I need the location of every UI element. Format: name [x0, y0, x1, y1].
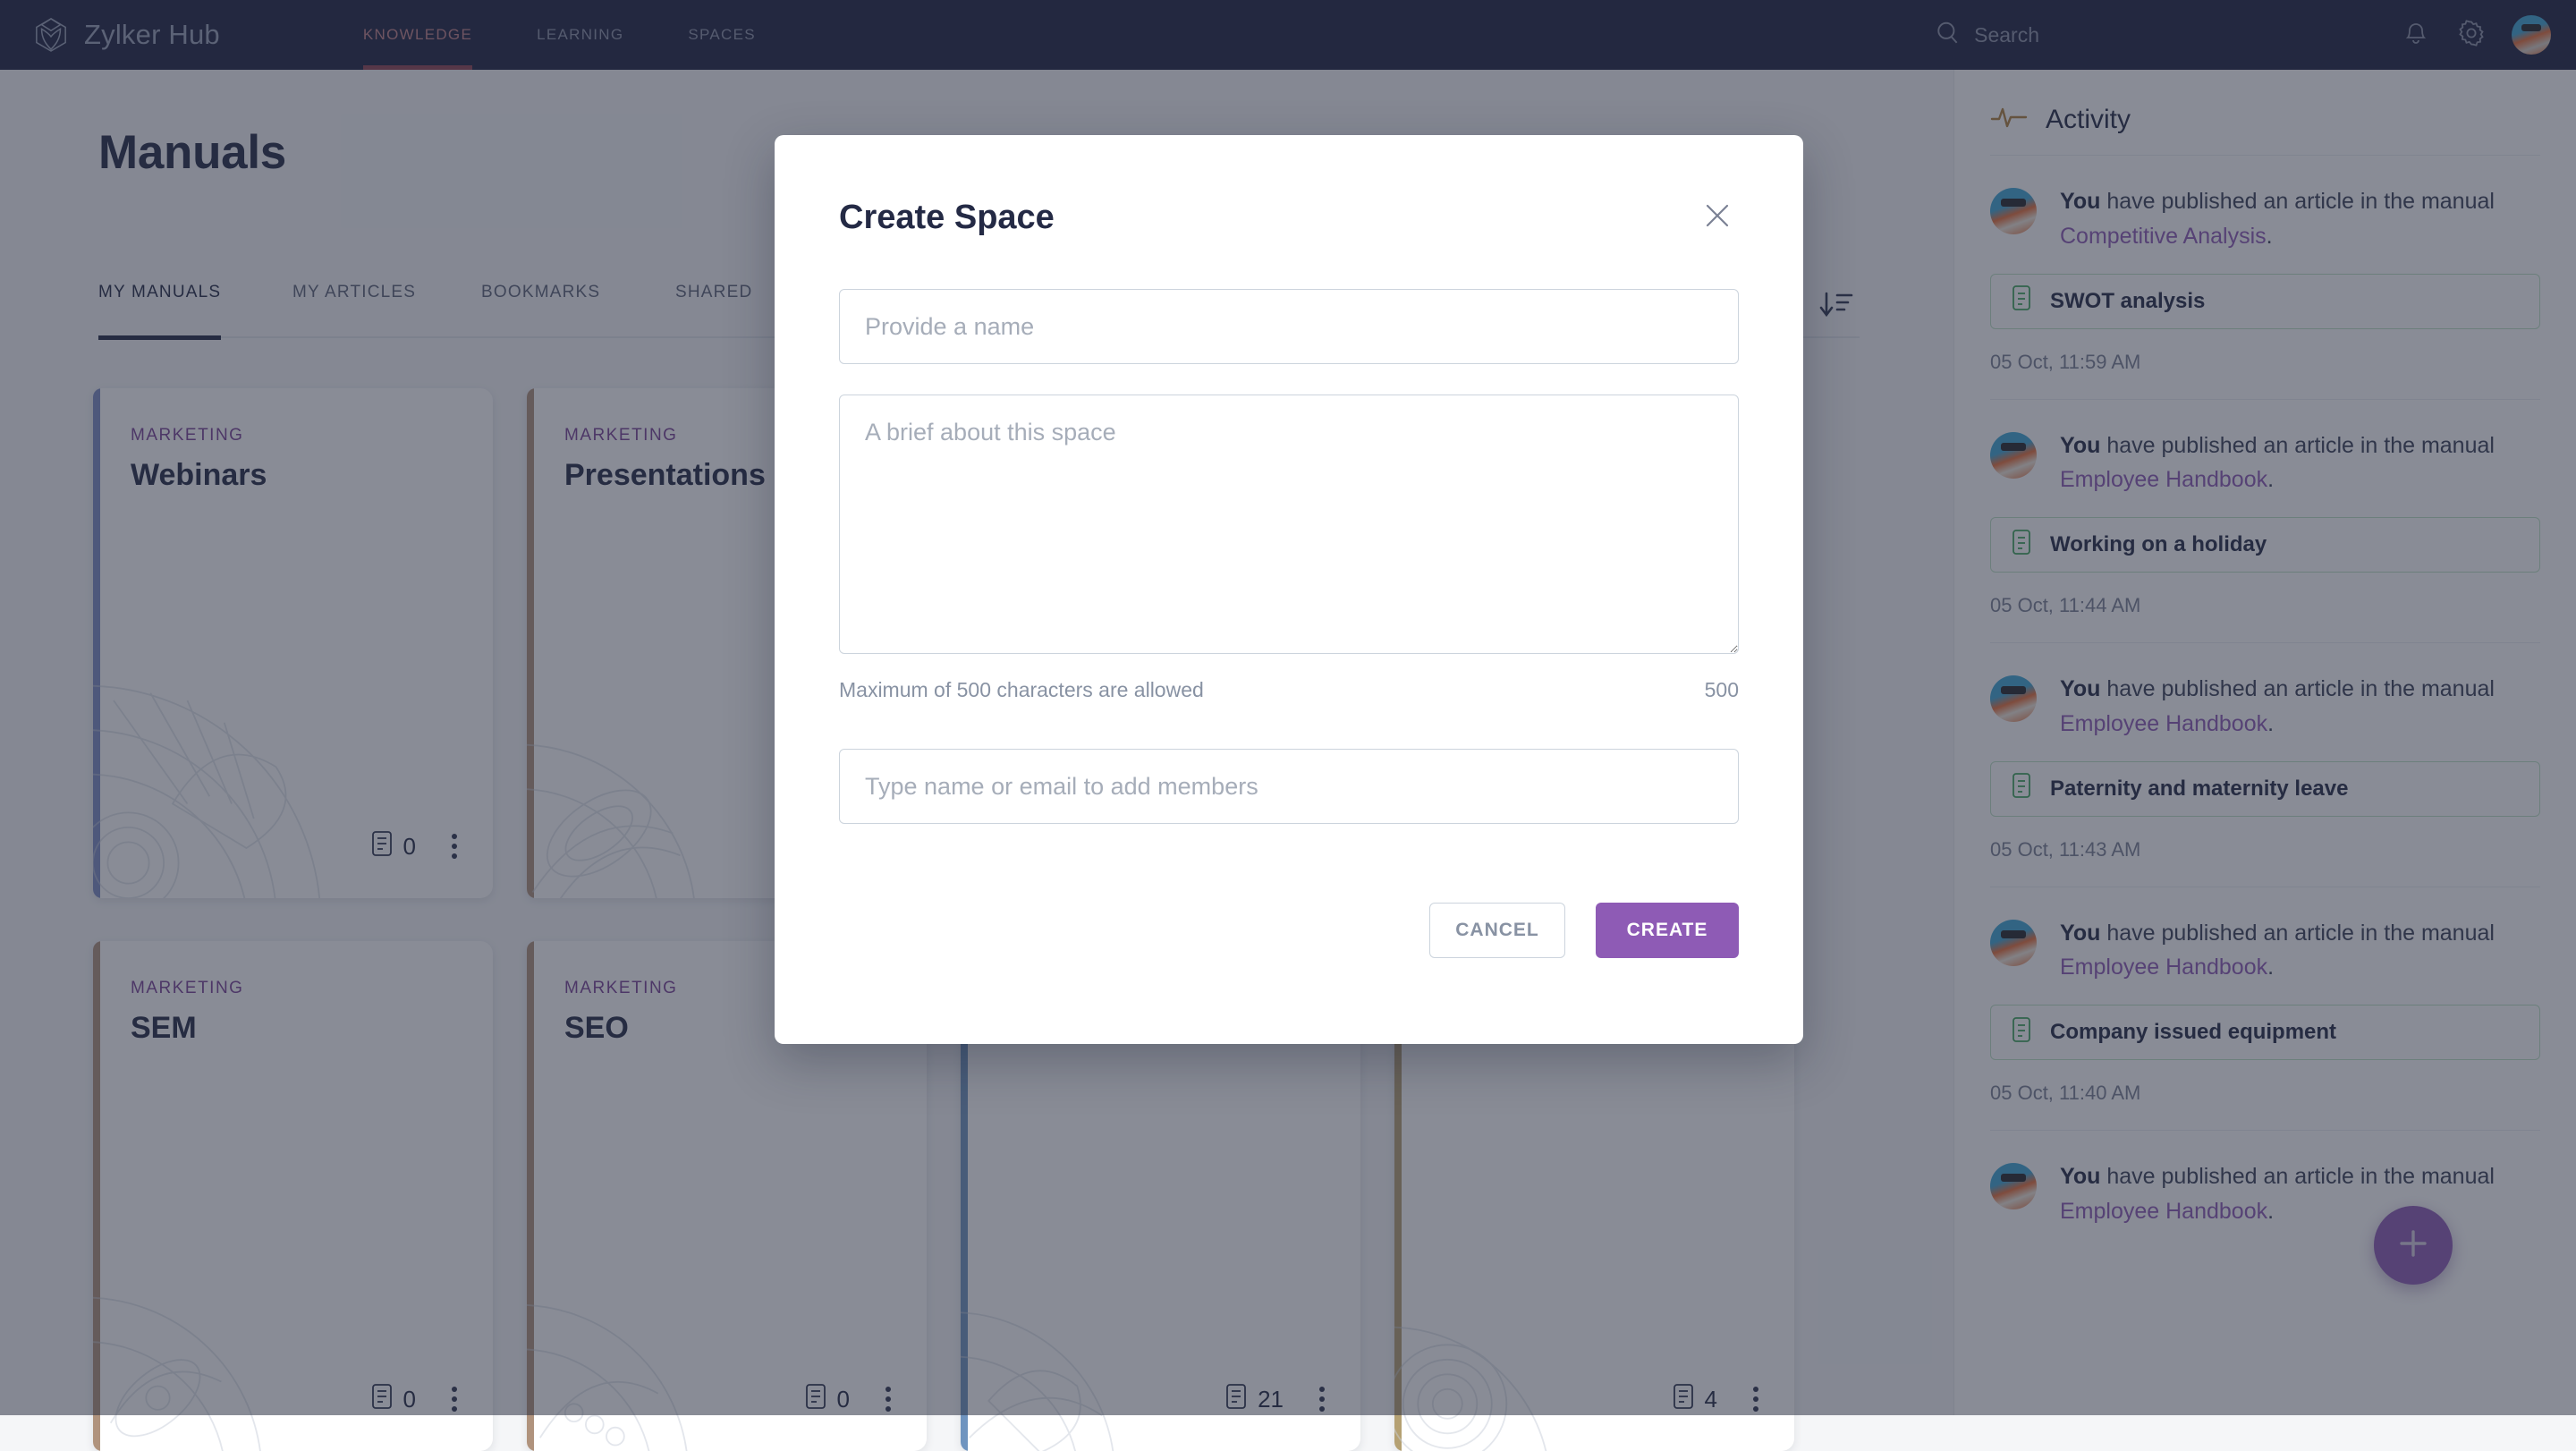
character-limit-label: Maximum of 500 characters are allowed	[839, 678, 1204, 702]
character-counter: 500	[1705, 678, 1739, 702]
close-button[interactable]	[1696, 196, 1739, 239]
dialog-actions: CANCEL CREATE	[839, 903, 1739, 958]
space-description-textarea[interactable]	[839, 395, 1739, 654]
app-root: Zylker Hub KNOWLEDGE LEARNING SPACES Sea…	[0, 0, 2576, 1415]
space-name-input[interactable]	[839, 289, 1739, 364]
create-space-dialog: Create Space Maximum of 500 characters a…	[775, 135, 1803, 1044]
close-icon	[1702, 200, 1733, 235]
dialog-title: Create Space	[839, 199, 1055, 237]
create-button[interactable]: CREATE	[1596, 903, 1739, 958]
cancel-button[interactable]: CANCEL	[1429, 903, 1565, 958]
dialog-header: Create Space	[839, 135, 1739, 239]
description-helper-row: Maximum of 500 characters are allowed 50…	[839, 678, 1739, 702]
members-input[interactable]	[839, 749, 1739, 824]
